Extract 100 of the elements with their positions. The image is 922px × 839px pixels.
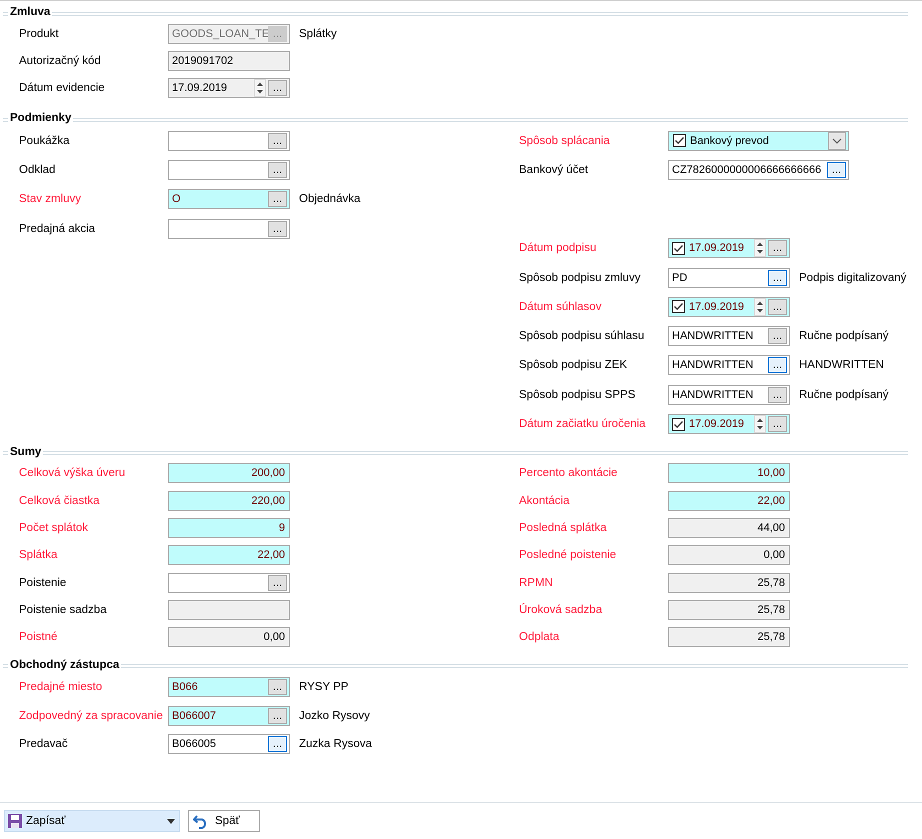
field-label: RPMN: [519, 576, 554, 588]
input-field[interactable]: ...: [168, 130, 290, 151]
field-value: PD: [672, 272, 688, 284]
checkbox[interactable]: [673, 134, 686, 148]
browse-button[interactable]: ...: [768, 270, 787, 286]
input-field[interactable]: 220,00: [168, 490, 290, 511]
browse-button[interactable]: ...: [268, 162, 287, 178]
browse-button[interactable]: ...: [768, 357, 787, 374]
browse-button[interactable]: ...: [268, 679, 287, 695]
browse-button[interactable]: ...: [268, 80, 287, 96]
field-label: Odplata: [519, 631, 560, 644]
field-label: Splátka: [19, 549, 58, 562]
input-field[interactable]: 25,78: [668, 572, 790, 592]
field-value: B066007: [172, 710, 218, 722]
field-label: Celková výška úveru: [19, 467, 126, 480]
input-field[interactable]: B066007 ...: [168, 706, 290, 726]
field-label: Počet splátok: [19, 522, 90, 534]
field-label: Spôsob podpisu SPPS: [519, 388, 636, 401]
input-field[interactable]: 25,78: [668, 627, 790, 648]
browse-button[interactable]: ...: [268, 736, 287, 752]
field-value: GOODS_LOAN_TE: [172, 28, 266, 40]
field-label: Autorizačný kód: [19, 54, 102, 66]
browse-button[interactable]: ...: [268, 708, 287, 724]
field-value: 17.09.2019: [172, 82, 228, 94]
spin-button[interactable]: [754, 239, 766, 258]
browse-button[interactable]: ...: [768, 328, 787, 344]
field-description: HANDWRITTEN: [799, 359, 884, 372]
back-button[interactable]: Späť: [188, 810, 260, 832]
field-value: HANDWRITTEN: [672, 388, 754, 401]
browse-button[interactable]: ...: [768, 416, 787, 432]
field-value: 2019091702: [172, 54, 234, 66]
input-field[interactable]: B066005 ...: [168, 734, 290, 754]
dropdown-field[interactable]: Bankový prevod: [668, 130, 849, 151]
checkbox[interactable]: [672, 418, 685, 431]
field-value: B066: [172, 681, 199, 693]
input-field[interactable]: HANDWRITTEN ...: [668, 355, 790, 376]
checkbox[interactable]: [672, 242, 685, 255]
field-value: 22,00: [756, 494, 786, 507]
input-field[interactable]: 10,00: [668, 463, 790, 484]
field-value: 17.09.2019: [689, 300, 746, 313]
spin-button[interactable]: [254, 78, 266, 96]
field-value: HANDWRITTEN: [672, 359, 754, 372]
section-title: Obchodný zástupca: [9, 658, 120, 671]
field-value: B066005: [172, 738, 218, 750]
browse-button[interactable]: ...: [268, 191, 287, 208]
browse-button[interactable]: ...: [768, 240, 787, 256]
input-field[interactable]: 44,00: [668, 518, 790, 538]
save-split-button[interactable]: Zapísať: [4, 810, 180, 832]
field-label: Bankový účet: [519, 164, 590, 176]
field-value: CZ7826000000006666666666: [672, 164, 822, 176]
input-field[interactable]: O ...: [168, 189, 290, 210]
field-value: HANDWRITTEN: [672, 330, 754, 342]
field-label: Zodpovedný za spracovanie: [19, 710, 164, 722]
field-description: RYSY PP: [299, 681, 348, 693]
input-field[interactable]: 25,78: [668, 600, 790, 620]
checkbox[interactable]: [672, 300, 685, 314]
field-description: Ručne podpísaný: [799, 388, 889, 401]
spin-button[interactable]: [754, 298, 766, 316]
browse-button[interactable]: ...: [268, 132, 287, 149]
field-label: Predavač: [19, 738, 69, 750]
browse-button[interactable]: ...: [768, 386, 787, 403]
date-field[interactable]: 17.09.2019 ...: [668, 238, 790, 258]
input-field[interactable]: HANDWRITTEN ...: [668, 384, 790, 405]
field-value: 25,78: [756, 604, 786, 616]
input-field[interactable]: HANDWRITTEN ...: [668, 326, 790, 346]
input-field[interactable]: 0,00: [168, 627, 290, 648]
browse-button[interactable]: ...: [268, 574, 287, 590]
input-field[interactable]: 22,00: [168, 545, 290, 566]
input-field[interactable]: ...: [168, 160, 290, 180]
input-field[interactable]: 22,00: [668, 490, 790, 511]
spin-button[interactable]: [754, 415, 766, 434]
input-field[interactable]: [168, 600, 290, 620]
input-field[interactable]: B066 ...: [168, 677, 290, 697]
field-description: Objednávka: [299, 193, 360, 206]
input-field[interactable]: 2019091702: [168, 50, 290, 70]
field-label: Stav zmluvy: [19, 193, 82, 206]
date-field[interactable]: 17.09.2019 ...: [668, 296, 790, 317]
field-label: Posledná splátka: [519, 522, 608, 534]
field-value: 25,78: [756, 631, 786, 644]
field-label: Úroková sadzba: [519, 604, 604, 616]
field-label: Spôsob podpisu súhlasu: [519, 330, 646, 342]
input-field[interactable]: 0,00: [668, 545, 790, 566]
field-value: 25,78: [756, 576, 786, 588]
input-field[interactable]: ...: [168, 218, 290, 239]
field-label: Dátum evidencie: [19, 82, 106, 94]
field-label: Percento akontácie: [519, 467, 618, 480]
input-field[interactable]: 200,00: [168, 463, 290, 484]
browse-button[interactable]: ...: [268, 220, 287, 237]
input-field[interactable]: 9: [168, 518, 290, 538]
date-field[interactable]: 17.09.2019 ...: [168, 78, 290, 98]
date-field[interactable]: 17.09.2019 ...: [668, 414, 790, 434]
browse-button[interactable]: ...: [827, 162, 846, 178]
input-field[interactable]: CZ7826000000006666666666 ...: [668, 160, 849, 180]
section-title: Zmluva: [9, 6, 52, 18]
caret-icon[interactable]: [167, 818, 175, 824]
browse-button[interactable]: ...: [768, 298, 787, 315]
input-field[interactable]: ...: [168, 572, 290, 592]
field-value: 220,00: [250, 494, 286, 507]
field-value: 44,00: [756, 522, 786, 534]
input-field[interactable]: PD ...: [668, 268, 790, 288]
